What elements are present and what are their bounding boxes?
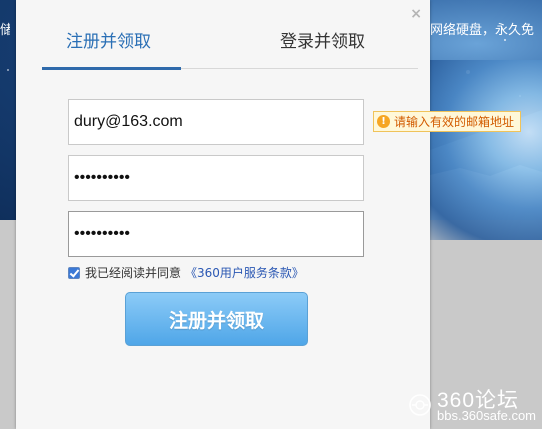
confirm-password-input[interactable] — [69, 212, 363, 256]
confirm-password-field[interactable] — [68, 211, 364, 257]
background-text-right: 网络硬盘，永久免 — [430, 23, 535, 38]
screen: 储 网络硬盘，永久免 × 注册并领取 登录并领取 ! 请输入有效的邮箱地址 我已… — [0, 0, 542, 429]
agreement-checkbox[interactable] — [68, 266, 80, 279]
forum-logo-icon — [409, 394, 431, 416]
agreement-row: 我已经阅读并同意 《360用户服务条款》 — [68, 264, 304, 281]
tab-register[interactable]: 注册并领取 — [66, 27, 151, 52]
agreement-text: 我已经阅读并同意 — [85, 266, 182, 280]
email-error-text: 请输入有效的邮箱地址 — [394, 115, 515, 129]
terms-link[interactable]: 《360用户服务条款》 — [185, 264, 304, 281]
tab-bar: 注册并领取 登录并领取 — [42, 0, 418, 70]
register-dialog: × 注册并领取 登录并领取 ! 请输入有效的邮箱地址 我已经阅读并同意 《360… — [16, 0, 522, 429]
password-input[interactable] — [69, 156, 363, 200]
register-submit-button[interactable]: 注册并领取 — [125, 292, 308, 346]
email-field[interactable] — [68, 99, 364, 145]
active-tab-indicator — [42, 67, 181, 70]
tab-login[interactable]: 登录并领取 — [280, 27, 365, 52]
email-error-tooltip: ! 请输入有效的邮箱地址 — [373, 111, 522, 132]
email-input[interactable] — [69, 100, 363, 144]
password-field[interactable] — [68, 155, 364, 201]
warning-icon: ! — [377, 115, 390, 128]
background-text-left: 储 — [0, 23, 10, 38]
watermark-url: bbs.360safe.com — [437, 408, 537, 423]
